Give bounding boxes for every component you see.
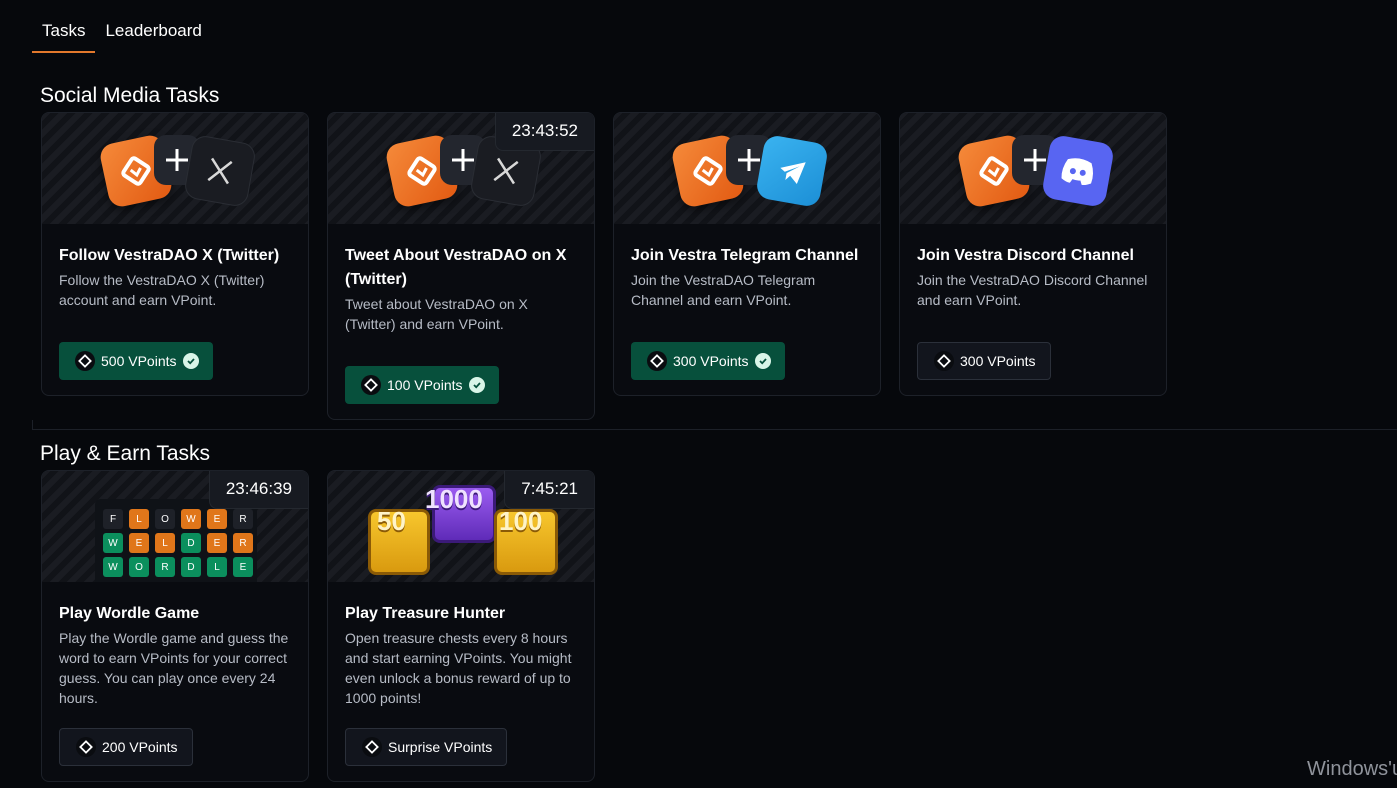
os-activation-watermark: Windows'u <box>1307 758 1397 780</box>
wordle-row: W E L D E R <box>103 533 253 553</box>
card-description: Play the Wordle game and guess the word … <box>59 630 289 706</box>
wordle-cell: R <box>155 557 175 577</box>
card-description: Follow the VestraDAO X (Twitter) account… <box>59 272 265 308</box>
task-card-discord[interactable]: Join Vestra Discord Channel Join the Ves… <box>899 112 1167 396</box>
vpoint-icon <box>76 737 96 757</box>
task-card-wordle[interactable]: F L O W E R W E L D E R W O R D L E 23:4… <box>41 470 309 782</box>
wordle-cell: W <box>181 509 201 529</box>
wordle-cell: L <box>129 509 149 529</box>
card-title: Follow VestraDAO X (Twitter) <box>59 247 280 264</box>
cooldown-timer: 23:43:52 <box>494 113 594 151</box>
card-banner: 23:43:52 <box>328 113 594 224</box>
check-icon <box>182 353 199 369</box>
wordle-cell: E <box>207 509 227 529</box>
task-card-telegram[interactable]: Join Vestra Telegram Channel Join the Ve… <box>613 112 881 396</box>
card-title: Tweet About VestraDAO on X (Twitter) <box>345 247 567 288</box>
vpoint-icon <box>362 737 382 757</box>
reward-button[interactable]: Surprise VPoints <box>345 728 508 766</box>
card-banner <box>614 113 880 224</box>
cooldown-timer: 23:46:39 <box>208 471 308 509</box>
wordle-cell: L <box>207 557 227 577</box>
wordle-cell: O <box>129 557 149 577</box>
task-card-treasure[interactable]: 50 1000 100 7:45:21 Play Treasure Hunter… <box>327 470 595 782</box>
chest-label: 1000 <box>425 484 483 514</box>
vpoint-icon <box>361 375 381 395</box>
wordle-row: W O R D L E <box>103 557 253 577</box>
card-banner: F L O W E R W E L D E R W O R D L E 23:4… <box>42 471 308 582</box>
chest-label: 50 <box>377 506 406 536</box>
reward-label: 200 VPoints <box>102 739 178 755</box>
chest-label: 100 <box>499 506 543 536</box>
treasure-chest-icon: 50 <box>368 506 430 575</box>
tab-bar: Tasks Leaderboard <box>32 16 212 53</box>
wordle-cell: E <box>129 533 149 553</box>
wordle-cell: E <box>207 533 227 553</box>
wordle-cell: O <box>155 509 175 529</box>
reward-badge[interactable]: 500 VPoints <box>59 342 213 380</box>
reward-badge[interactable]: 100 VPoints <box>345 366 499 404</box>
tab-leaderboard[interactable]: Leaderboard <box>95 16 211 53</box>
treasure-chest-icon: 1000 <box>425 484 496 543</box>
check-icon <box>468 377 485 393</box>
card-description: Join the VestraDAO Telegram Channel and … <box>631 272 816 308</box>
task-card-tweet[interactable]: 23:43:52 Tweet About VestraDAO on X (Twi… <box>327 112 595 420</box>
reward-label: 100 VPoints <box>387 377 463 393</box>
reward-button[interactable]: 200 VPoints <box>59 728 193 766</box>
card-banner <box>900 113 1166 224</box>
tab-tasks[interactable]: Tasks <box>32 16 96 53</box>
section-title-social: Social Media Tasks <box>40 84 220 107</box>
wordle-cell: L <box>155 533 175 553</box>
wordle-cell: F <box>103 509 123 529</box>
card-title: Join Vestra Telegram Channel <box>631 247 859 264</box>
x-logo-icon <box>182 133 258 209</box>
vpoint-icon <box>75 351 95 371</box>
check-icon <box>754 353 771 369</box>
wordle-board: F L O W E R W E L D E R W O R D L E <box>95 499 257 582</box>
section-divider <box>32 429 1397 430</box>
card-description: Tweet about VestraDAO on X (Twitter) and… <box>345 296 528 332</box>
card-banner <box>42 113 308 224</box>
reward-button[interactable]: 300 VPoints <box>917 342 1051 380</box>
reward-badge[interactable]: 300 VPoints <box>631 342 785 380</box>
vpoint-icon <box>934 351 954 371</box>
card-banner: 50 1000 100 7:45:21 <box>328 471 594 582</box>
wordle-cell: R <box>233 533 253 553</box>
wordle-cell: W <box>103 533 123 553</box>
wordle-cell: D <box>181 557 201 577</box>
wordle-row: F L O W E R <box>103 509 253 529</box>
vpoint-icon <box>647 351 667 371</box>
reward-label: 500 VPoints <box>101 353 177 369</box>
wordle-cell: D <box>181 533 201 553</box>
section-title-play: Play & Earn Tasks <box>40 442 211 465</box>
reward-label: Surprise VPoints <box>388 739 493 755</box>
wordle-cell: E <box>233 557 253 577</box>
card-title: Join Vestra Discord Channel <box>917 247 1134 264</box>
wordle-cell: W <box>103 557 123 577</box>
wordle-cell: R <box>233 509 253 529</box>
discord-icon <box>1040 133 1116 209</box>
task-card-follow-x[interactable]: Follow VestraDAO X (Twitter) Follow the … <box>41 112 309 396</box>
reward-label: 300 VPoints <box>960 353 1036 369</box>
card-description: Join the VestraDAO Discord Channel and e… <box>917 272 1148 308</box>
treasure-chest-icon: 100 <box>494 506 558 575</box>
reward-label: 300 VPoints <box>673 353 749 369</box>
card-title: Play Treasure Hunter <box>345 605 506 622</box>
telegram-icon <box>754 133 830 209</box>
cooldown-timer: 7:45:21 <box>504 471 594 509</box>
card-description: Open treasure chests every 8 hours and s… <box>345 630 572 706</box>
card-title: Play Wordle Game <box>59 605 200 622</box>
